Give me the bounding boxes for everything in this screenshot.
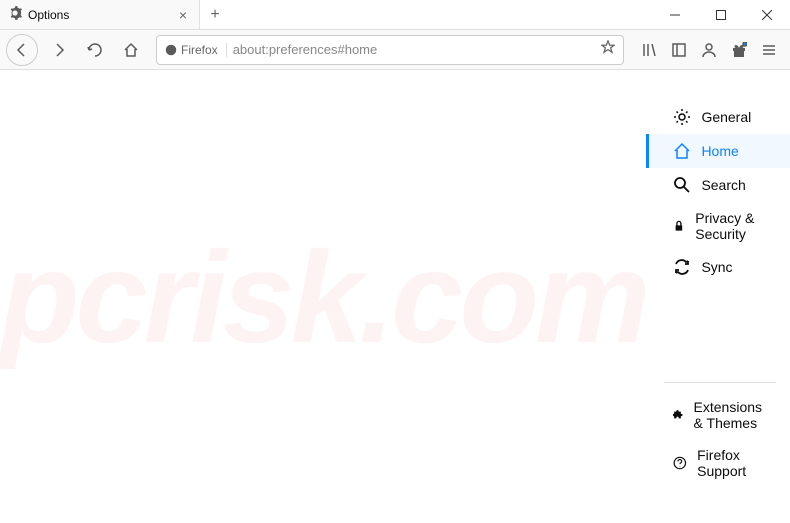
search-icon	[673, 176, 691, 194]
reload-button[interactable]	[80, 35, 110, 65]
library-button[interactable]	[634, 35, 664, 65]
minimize-button[interactable]	[652, 0, 698, 29]
whats-new-button[interactable]	[724, 35, 754, 65]
sync-icon	[673, 258, 691, 276]
sidebar-item-label: Sync	[701, 259, 732, 275]
new-tab-button[interactable]: +	[200, 0, 230, 29]
sidebar-item-label: Home	[701, 143, 738, 159]
sidebar-item-label: General	[701, 109, 751, 125]
menu-button[interactable]	[754, 35, 784, 65]
browser-tab[interactable]: Options ×	[0, 0, 200, 29]
options-tab-icon	[8, 6, 22, 23]
address-bar[interactable]: Firefox about:preferences#home	[156, 35, 624, 65]
sidebar-item-label: Search	[701, 177, 745, 193]
sidebar-item-search[interactable]: Search	[646, 168, 790, 202]
sidebar-item-label: Privacy & Security	[695, 210, 770, 242]
identity-label: Firefox	[181, 43, 218, 57]
tab-close-button[interactable]: ×	[175, 7, 191, 23]
sidebar-item-privacy[interactable]: Privacy & Security	[646, 202, 790, 250]
title-bar: Options × +	[0, 0, 790, 30]
account-button[interactable]	[694, 35, 724, 65]
bookmark-star-icon[interactable]	[601, 40, 615, 59]
sidebar-item-home[interactable]: Home	[646, 134, 790, 168]
back-button[interactable]	[6, 34, 38, 66]
home-button[interactable]	[116, 35, 146, 65]
sidebar-item-support[interactable]: Firefox Support	[646, 439, 790, 487]
sidebar-item-general[interactable]: General	[646, 100, 790, 134]
window-controls	[652, 0, 790, 29]
tab-title: Options	[28, 8, 69, 22]
sidebar-item-label: Extensions & Themes	[694, 399, 770, 431]
identity-box[interactable]: Firefox	[165, 43, 227, 57]
firefox-icon	[165, 44, 177, 56]
forward-button[interactable]	[44, 35, 74, 65]
sidebar-button[interactable]	[664, 35, 694, 65]
nav-toolbar: Firefox about:preferences#home	[0, 30, 790, 70]
help-icon	[673, 454, 687, 472]
sidebar-item-extensions[interactable]: Extensions & Themes	[646, 391, 790, 439]
sidebar-item-label: Firefox Support	[697, 447, 770, 479]
sidebar-item-sync[interactable]: Sync	[646, 250, 790, 284]
preferences-sidebar: General Home Search Privacy & Security S…	[646, 70, 790, 523]
url-text: about:preferences#home	[233, 42, 378, 57]
watermark: pcrisk.com	[0, 70, 646, 523]
puzzle-icon	[673, 406, 683, 424]
home-icon	[673, 142, 691, 160]
close-window-button[interactable]	[744, 0, 790, 29]
lock-icon	[673, 217, 685, 235]
maximize-button[interactable]	[698, 0, 744, 29]
gear-icon	[673, 108, 691, 126]
